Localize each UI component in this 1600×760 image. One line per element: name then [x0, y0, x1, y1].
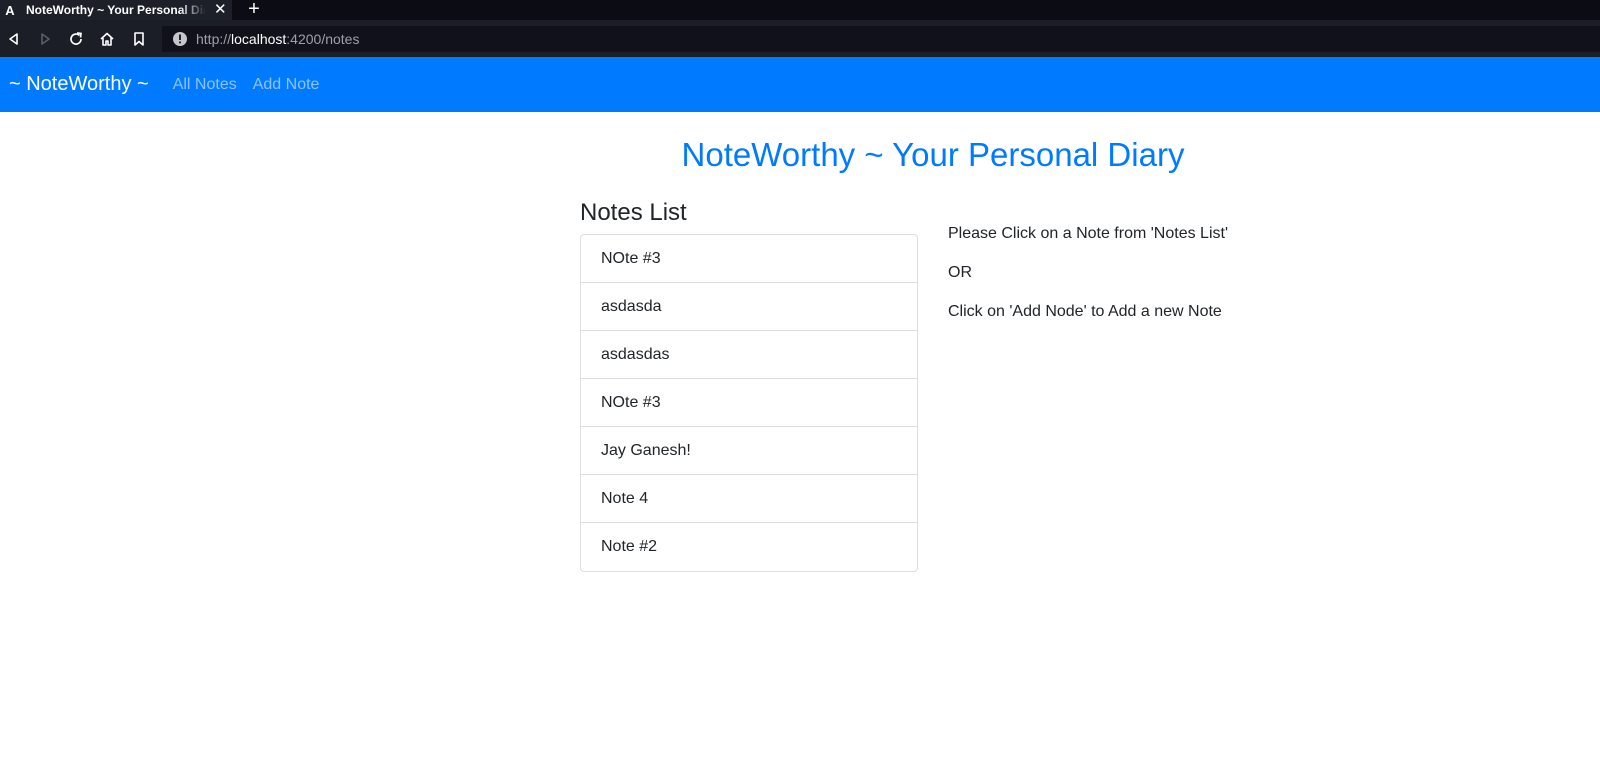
browser-tab[interactable]: A NoteWorthy ~ Your Personal Diary ✕ [0, 0, 232, 20]
nav-link-all-notes[interactable]: All Notes [173, 76, 237, 94]
nav-link-add-note[interactable]: Add Note [253, 76, 320, 94]
browser-tabstrip: A NoteWorthy ~ Your Personal Diary ✕ + [0, 0, 1600, 20]
forward-icon[interactable] [35, 29, 55, 49]
hint-line-or: OR [948, 264, 972, 281]
page-title: NoteWorthy ~ Your Personal Diary [681, 136, 1185, 173]
note-list-item[interactable]: Jay Ganesh! [581, 427, 917, 475]
reload-icon[interactable] [66, 29, 86, 49]
hint-panel: Please Click on a Note from 'Notes List'… [948, 224, 1308, 341]
note-list-item[interactable]: asdasda [581, 283, 917, 331]
note-list-item[interactable]: NOte #3 [581, 379, 917, 427]
hint-line-add: Click on 'Add Node' to Add a new Note [948, 303, 1222, 320]
hint-line-select: Please Click on a Note from 'Notes List' [948, 225, 1228, 242]
url-path: :4200/notes [286, 31, 360, 47]
note-list-item[interactable]: NOte #3 [581, 235, 917, 283]
app-navbar: ~ NoteWorthy ~ All Notes Add Note [0, 57, 1600, 112]
bookmark-icon[interactable] [129, 29, 149, 49]
note-list-item[interactable]: Note #2 [581, 523, 917, 571]
notes-list-heading: Notes List [580, 199, 687, 226]
note-list-item[interactable]: asdasdas [581, 331, 917, 379]
url-host: localhost [231, 31, 287, 47]
info-icon[interactable] [172, 31, 188, 47]
url-text[interactable]: http://localhost:4200/notes [196, 31, 359, 47]
notes-list: NOte #3 asdasda asdasdas NOte #3 Jay Gan… [580, 234, 918, 572]
tab-title: NoteWorthy ~ Your Personal Diary [26, 3, 206, 17]
note-list-item[interactable]: Note 4 [581, 475, 917, 523]
browser-toolbar: http://localhost:4200/notes [0, 20, 1600, 57]
angular-favicon-icon: A [5, 2, 15, 18]
url-scheme: http:// [196, 31, 232, 47]
tab-close-icon[interactable]: ✕ [214, 0, 227, 20]
home-icon[interactable] [97, 29, 117, 49]
brand-link[interactable]: ~ NoteWorthy ~ [9, 73, 149, 96]
address-bar[interactable]: http://localhost:4200/notes [162, 26, 1600, 52]
back-icon[interactable] [4, 29, 24, 49]
new-tab-icon[interactable]: + [244, 0, 264, 20]
